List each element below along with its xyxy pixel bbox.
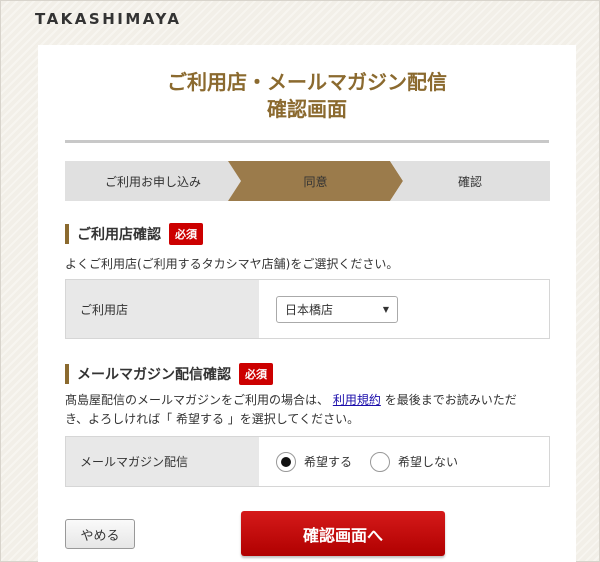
title-divider (65, 140, 549, 143)
mail-value-cell: 希望する 希望しない (259, 437, 549, 486)
cancel-button[interactable]: やめる (65, 519, 135, 549)
step-confirm: 確認 (390, 161, 550, 201)
step-agree: 同意 (228, 161, 403, 201)
required-badge: 必須 (239, 363, 273, 385)
store-row: ご利用店 日本橋店 ▼ (65, 279, 550, 339)
mail-label: メールマガジン配信 (66, 437, 259, 486)
progress-steps: ご利用お申し込み 同意 確認 (65, 161, 550, 201)
radio-option-no[interactable]: 希望しない (370, 451, 459, 472)
terms-link[interactable]: 利用規約 (333, 393, 381, 407)
page-title: ご利用店・メールマガジン配信 確認画面 (38, 69, 576, 123)
radio-yes[interactable] (276, 451, 296, 472)
page-title-line2: 確認画面 (267, 97, 347, 121)
radio-no[interactable] (370, 451, 391, 472)
page-title-line1: ご利用店・メールマガジン配信 (167, 70, 447, 94)
store-select[interactable]: 日本橋店 ▼ (276, 295, 398, 323)
step-apply: ご利用お申し込み (65, 161, 241, 201)
store-section-note: よくご利用店(ご利用するタカシマヤ店舗)をご選択ください。 (65, 257, 399, 271)
radio-option-yes[interactable]: 希望する (276, 451, 353, 472)
step-confirm-label: 確認 (457, 174, 482, 189)
mail-note-part2: を最後までお読みいただ (384, 393, 517, 407)
radio-no-label: 希望しない (398, 455, 459, 469)
store-section-header: ご利用店確認 必須 (65, 223, 203, 245)
store-value-cell: 日本橋店 ▼ (259, 280, 549, 338)
mail-section-header: メールマガジン配信確認 必須 (65, 363, 273, 385)
main-card: ご利用店・メールマガジン配信 確認画面 ご利用お申し込み 同意 確認 ご利用店確… (38, 45, 576, 562)
section-marker (65, 364, 69, 384)
section-marker (65, 224, 69, 244)
mail-note-part1: 髙島屋配信のメールマガジンをご利用の場合は、 (65, 393, 330, 407)
store-label: ご利用店 (66, 280, 259, 338)
confirm-button[interactable]: 確認画面へ (241, 511, 445, 556)
mail-section-title: メールマガジン配信確認 (77, 367, 231, 383)
chevron-down-icon: ▼ (382, 304, 389, 314)
takashimaya-logo: TAKASHIMAYA (35, 10, 182, 28)
mail-row: メールマガジン配信 希望する 希望しない (65, 436, 550, 487)
mail-note-line2: き、よろしければ「 希望する 」を選択してください。 (65, 412, 360, 426)
mail-section-note: 髙島屋配信のメールマガジンをご利用の場合は、 利用規約 を最後までお読みいただ … (65, 391, 517, 429)
required-badge: 必須 (169, 223, 203, 245)
store-select-value: 日本橋店 (285, 302, 334, 317)
step-apply-label: ご利用お申し込み (104, 174, 201, 189)
radio-yes-label: 希望する (304, 455, 353, 469)
store-section-title: ご利用店確認 (77, 227, 161, 243)
step-agree-label: 同意 (303, 174, 328, 189)
